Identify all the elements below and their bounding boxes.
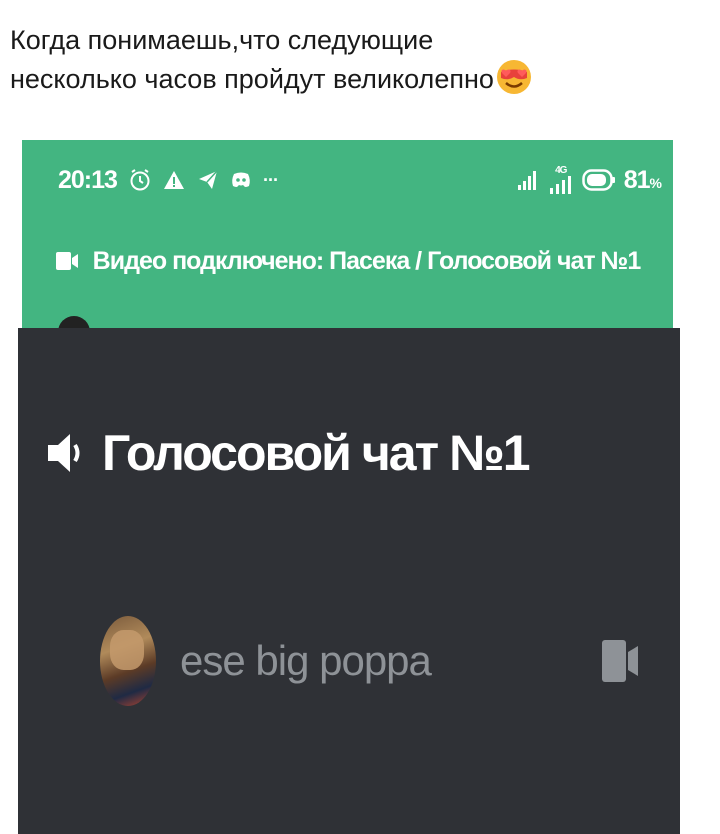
member-avatar[interactable] [100, 616, 156, 706]
battery-level: 81% [623, 165, 662, 195]
voice-member-row[interactable]: ese big poppa [100, 616, 640, 706]
video-camera-icon [55, 252, 78, 270]
speaker-icon [48, 434, 80, 472]
voice-channel-panel: Голосовой чат №1 ese big poppa [18, 328, 680, 834]
caption-line-2: несколько часов пройдут великолепно [10, 59, 710, 98]
banner-text: Видео подключено: Пасека / Голосовой чат… [92, 246, 642, 275]
battery-icon [581, 169, 615, 191]
phone-header: 20:13 ··· 4G 81% Видео подключено: Пасек… [22, 140, 673, 348]
battery-unit: % [649, 174, 662, 191]
discord-icon [232, 172, 250, 187]
channel-name: Голосовой чат №1 [102, 425, 530, 481]
caption-line-2-text: несколько часов пройдут великолепно [10, 64, 494, 94]
channel-header: Голосовой чат №1 [46, 424, 530, 482]
warning-icon [163, 171, 184, 189]
status-time: 20:13 [58, 165, 118, 194]
video-connected-banner[interactable]: Видео подключено: Пасека / Голосовой чат… [22, 238, 673, 284]
avatar-face [110, 630, 144, 670]
status-bar: 20:13 ··· 4G 81% [58, 162, 662, 198]
member-video-icon[interactable] [600, 636, 640, 686]
caption: Когда понимаешь,что следующие несколько … [10, 22, 710, 98]
telegram-icon [198, 170, 218, 189]
heart-eyes-emoji-icon [496, 60, 531, 94]
caption-line-1: Когда понимаешь,что следующие [10, 25, 434, 55]
battery-percent: 81 [623, 165, 651, 194]
signal-icon [517, 171, 536, 190]
alarm-icon [130, 169, 150, 191]
signal-4g-icon [549, 176, 571, 194]
more-notifications: ··· [262, 169, 279, 190]
network-label: 4G [555, 165, 567, 176]
network-type: 4G [548, 166, 574, 194]
member-name: ese big poppa [180, 637, 432, 684]
